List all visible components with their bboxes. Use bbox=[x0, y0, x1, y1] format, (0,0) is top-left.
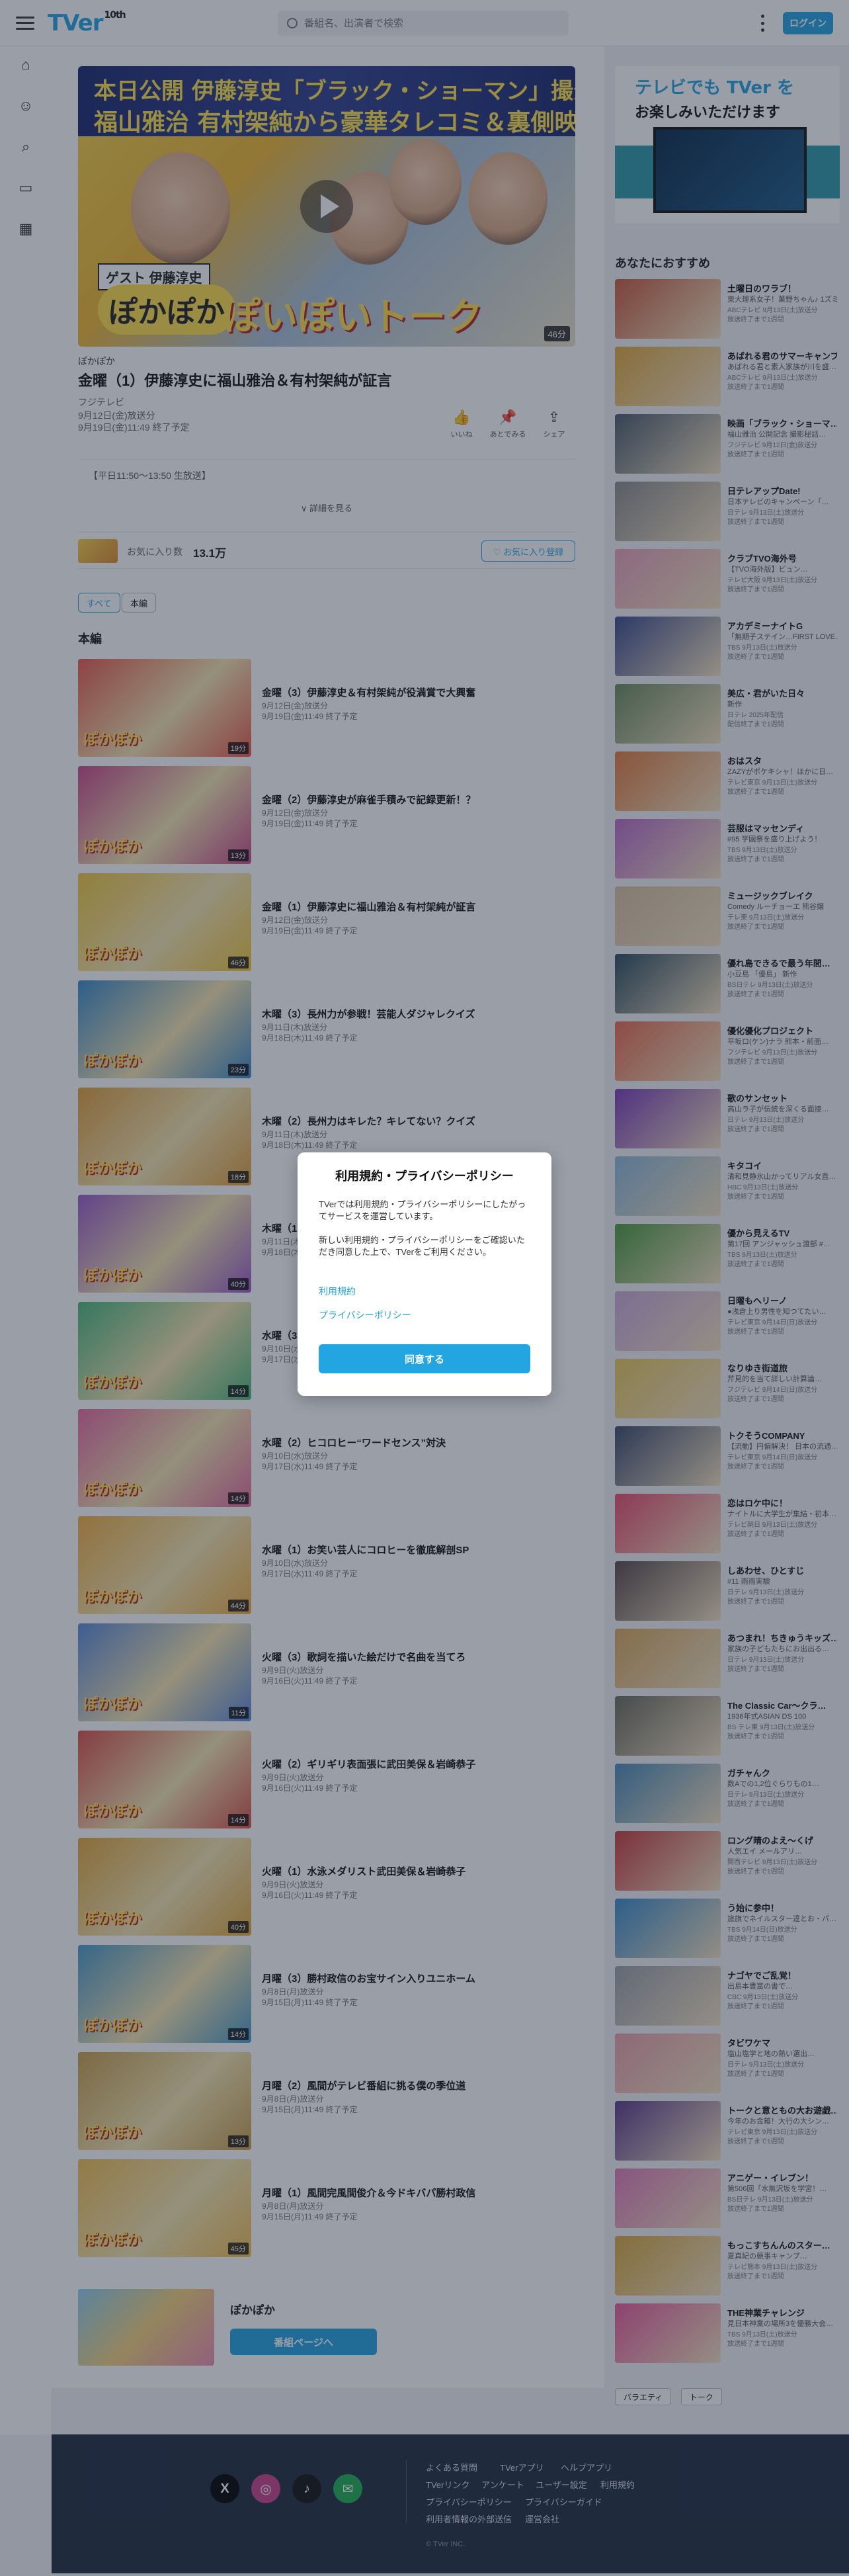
agree-button[interactable]: 同意する bbox=[319, 1344, 530, 1373]
modal-title: 利用規約・プライバシーポリシー bbox=[335, 1170, 514, 1183]
terms-link[interactable]: 利用規約 bbox=[319, 1285, 356, 1298]
terms-modal: 利用規約・プライバシーポリシー TVerでは利用規約・プライバシーポリシーにした… bbox=[298, 1152, 551, 1396]
modal-text-2: 新しい利用規約・プライバシーポリシーをご確認いただき同意した上で、TVerをご利… bbox=[319, 1235, 525, 1257]
privacy-link[interactable]: プライバシーポリシー bbox=[319, 1309, 411, 1322]
modal-text-1: TVerでは利用規約・プライバシーポリシーにしたがってサービスを運営しています。 bbox=[319, 1199, 526, 1221]
